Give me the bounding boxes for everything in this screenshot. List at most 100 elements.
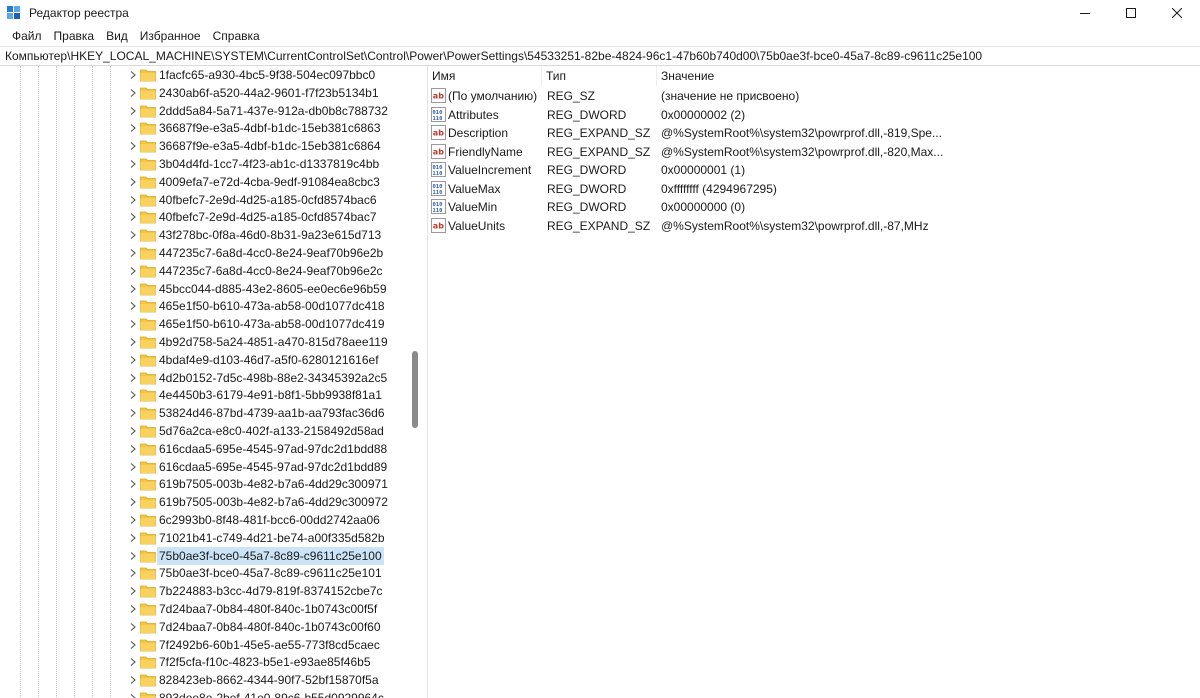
- tree-item[interactable]: 465e1f50-b610-473a-ab58-00d1077dc419: [0, 315, 410, 333]
- chevron-right-icon[interactable]: [128, 373, 138, 383]
- column-header-name[interactable]: Имя: [428, 66, 542, 86]
- chevron-right-icon[interactable]: [128, 212, 138, 222]
- tree-item[interactable]: 828423eb-8662-4344-90f7-52bf15870f5a: [0, 671, 410, 689]
- tree-scrollbar[interactable]: [410, 66, 419, 698]
- chevron-right-icon[interactable]: [128, 337, 138, 347]
- tree-item[interactable]: 7d24baa7-0b84-480f-840c-1b0743c00f5f: [0, 600, 410, 618]
- tree-item[interactable]: 447235c7-6a8d-4cc0-8e24-9eaf70b96e2b: [0, 244, 410, 262]
- close-button[interactable]: [1154, 0, 1200, 26]
- maximize-button[interactable]: [1108, 0, 1154, 26]
- chevron-right-icon[interactable]: [128, 568, 138, 578]
- tree-item[interactable]: 4bdaf4e9-d103-46d7-a5f0-6280121616ef: [0, 351, 410, 369]
- menu-edit[interactable]: Правка: [48, 26, 101, 46]
- chevron-right-icon[interactable]: [128, 177, 138, 187]
- tree-item[interactable]: 619b7505-003b-4e82-b7a6-4dd29c300972: [0, 493, 410, 511]
- value-row[interactable]: ab FriendlyName REG_EXPAND_SZ @%SystemRoot%…: [428, 143, 1200, 162]
- menu-help[interactable]: Справка: [207, 26, 266, 46]
- chevron-right-icon[interactable]: [128, 479, 138, 489]
- value-row[interactable]: 010 110 ValueMin REG_DWORD 0x00000000 (0): [428, 198, 1200, 217]
- address-bar[interactable]: Компьютер\HKEY_LOCAL_MACHINE\SYSTEM\Curr…: [0, 46, 1200, 66]
- tree-item[interactable]: 75b0ae3f-bce0-45a7-8c89-c9611c25e100: [0, 546, 410, 565]
- value-row[interactable]: 010 110 Attributes REG_DWORD 0x00000002 (2): [428, 106, 1200, 125]
- tree-item[interactable]: 7f2f5cfa-f10c-4823-b5e1-e93ae85f46b5: [0, 653, 410, 671]
- chevron-right-icon[interactable]: [128, 355, 138, 365]
- chevron-right-icon[interactable]: [128, 640, 138, 650]
- values-list-pane[interactable]: Имя Тип Значение ab (По умолчанию) REG_SZ (…: [428, 66, 1200, 698]
- tree-item[interactable]: 40fbefc7-2e9d-4d25-a185-0cfd8574bac6: [0, 191, 410, 209]
- chevron-right-icon[interactable]: [128, 301, 138, 311]
- tree-item[interactable]: 3b04d4fd-1cc7-4f23-ab1c-d1337819c4bb: [0, 155, 410, 173]
- tree-item[interactable]: 43f278bc-0f8a-46d0-8b31-9a23e615d713: [0, 226, 410, 244]
- folder-icon: [140, 247, 156, 260]
- tree-item[interactable]: 4e4450b3-6179-4e91-b8f1-5bb9938f81a1: [0, 386, 410, 404]
- tree-item[interactable]: 616cdaa5-695e-4545-97ad-97dc2d1bdd88: [0, 440, 410, 458]
- tree-item[interactable]: 6c2993b0-8f48-481f-bcc6-00dd2742aa06: [0, 511, 410, 529]
- tree-item[interactable]: 7d24baa7-0b84-480f-840c-1b0743c00f60: [0, 618, 410, 636]
- column-header-type[interactable]: Тип: [542, 66, 657, 86]
- tree-item[interactable]: 45bcc044-d885-43e2-8605-ee0ec6e96b59: [0, 280, 410, 298]
- minimize-button[interactable]: [1062, 0, 1108, 26]
- tree-item[interactable]: 40fbefc7-2e9d-4d25-a185-0cfd8574bac7: [0, 208, 410, 226]
- chevron-right-icon[interactable]: [128, 408, 138, 418]
- chevron-right-icon[interactable]: [128, 106, 138, 116]
- tree-item[interactable]: 36687f9e-e3a5-4dbf-b1dc-15eb381c6863: [0, 119, 410, 137]
- tree-item[interactable]: 893dee8e-2bef-41e0-89c6-b55d0929964c: [0, 689, 410, 698]
- chevron-right-icon[interactable]: [128, 533, 138, 543]
- chevron-right-icon[interactable]: [128, 622, 138, 632]
- tree-item[interactable]: 619b7505-003b-4e82-b7a6-4dd29c300971: [0, 475, 410, 493]
- value-row[interactable]: ab Description REG_EXPAND_SZ @%SystemRoot%\…: [428, 124, 1200, 143]
- chevron-right-icon[interactable]: [128, 70, 138, 80]
- tree-item[interactable]: 75b0ae3f-bce0-45a7-8c89-c9611c25e101: [0, 564, 410, 582]
- tree-item[interactable]: 2430ab6f-a520-44a2-9601-f7f23b5134b1: [0, 84, 410, 102]
- tree-item[interactable]: 5d76a2ca-e8c0-402f-a133-2158492d58ad: [0, 422, 410, 440]
- chevron-right-icon[interactable]: [128, 266, 138, 276]
- chevron-right-icon[interactable]: [128, 195, 138, 205]
- chevron-right-icon[interactable]: [128, 159, 138, 169]
- value-name: Attributes: [448, 107, 499, 122]
- chevron-right-icon[interactable]: [128, 462, 138, 472]
- chevron-right-icon[interactable]: [128, 230, 138, 240]
- chevron-right-icon[interactable]: [128, 390, 138, 400]
- chevron-right-icon[interactable]: [128, 586, 138, 596]
- menu-file[interactable]: Файл: [6, 26, 48, 46]
- menu-favorites[interactable]: Избранное: [134, 26, 207, 46]
- chevron-right-icon[interactable]: [128, 319, 138, 329]
- key-tree-pane[interactable]: 1facfc65-a930-4bc5-9f38-504ec097bbc0 2430…: [0, 66, 410, 698]
- tree-item[interactable]: 2ddd5a84-5a71-437e-912a-db0b8c788732: [0, 102, 410, 120]
- chevron-right-icon[interactable]: [128, 88, 138, 98]
- tree-item[interactable]: 53824d46-87bd-4739-aa1b-aa793fac36d6: [0, 404, 410, 422]
- chevron-right-icon[interactable]: [128, 657, 138, 667]
- tree-scrollbar-thumb[interactable]: [412, 351, 418, 428]
- tree-item[interactable]: 616cdaa5-695e-4545-97ad-97dc2d1bdd89: [0, 458, 410, 476]
- menu-view[interactable]: Вид: [100, 26, 134, 46]
- chevron-right-icon[interactable]: [128, 248, 138, 258]
- address-path[interactable]: Компьютер\HKEY_LOCAL_MACHINE\SYSTEM\Curr…: [5, 49, 982, 63]
- tree-item[interactable]: 71021b41-c749-4d21-be74-a00f335d582b: [0, 529, 410, 547]
- tree-item[interactable]: 1facfc65-a930-4bc5-9f38-504ec097bbc0: [0, 66, 410, 84]
- tree-item[interactable]: 447235c7-6a8d-4cc0-8e24-9eaf70b96e2c: [0, 262, 410, 280]
- column-header-value[interactable]: Значение: [657, 66, 937, 86]
- chevron-right-icon[interactable]: [128, 604, 138, 614]
- chevron-right-icon[interactable]: [128, 426, 138, 436]
- chevron-right-icon[interactable]: [128, 123, 138, 133]
- chevron-right-icon[interactable]: [128, 497, 138, 507]
- chevron-right-icon[interactable]: [128, 693, 138, 698]
- chevron-right-icon[interactable]: [128, 444, 138, 454]
- tree-item[interactable]: 4d2b0152-7d5c-498b-88e2-34345392a2c5: [0, 369, 410, 387]
- chevron-right-icon[interactable]: [128, 284, 138, 294]
- tree-item[interactable]: 4b92d758-5a24-4851-a470-815d78aee119: [0, 333, 410, 351]
- pane-splitter[interactable]: [419, 66, 428, 698]
- tree-item[interactable]: 7b224883-b3cc-4d79-819f-8374152cbe7c: [0, 582, 410, 600]
- chevron-right-icon[interactable]: [128, 551, 138, 561]
- tree-item[interactable]: 4009efa7-e72d-4cba-9edf-91084ea8cbc3: [0, 173, 410, 191]
- tree-item[interactable]: 465e1f50-b610-473a-ab58-00d1077dc418: [0, 297, 410, 315]
- value-row[interactable]: ab ValueUnits REG_EXPAND_SZ @%SystemRoot%\s…: [428, 217, 1200, 236]
- tree-item[interactable]: 36687f9e-e3a5-4dbf-b1dc-15eb381c6864: [0, 137, 410, 155]
- value-row[interactable]: 010 110 ValueIncrement REG_DWORD 0x00000001 …: [428, 161, 1200, 180]
- chevron-right-icon[interactable]: [128, 675, 138, 685]
- tree-item[interactable]: 7f2492b6-60b1-45e5-ae55-773f8cd5caec: [0, 636, 410, 654]
- value-row[interactable]: 010 110 ValueMax REG_DWORD 0xffffffff (42949…: [428, 180, 1200, 199]
- chevron-right-icon[interactable]: [128, 515, 138, 525]
- value-row[interactable]: ab (По умолчанию) REG_SZ (значение не присв…: [428, 87, 1200, 106]
- chevron-right-icon[interactable]: [128, 141, 138, 151]
